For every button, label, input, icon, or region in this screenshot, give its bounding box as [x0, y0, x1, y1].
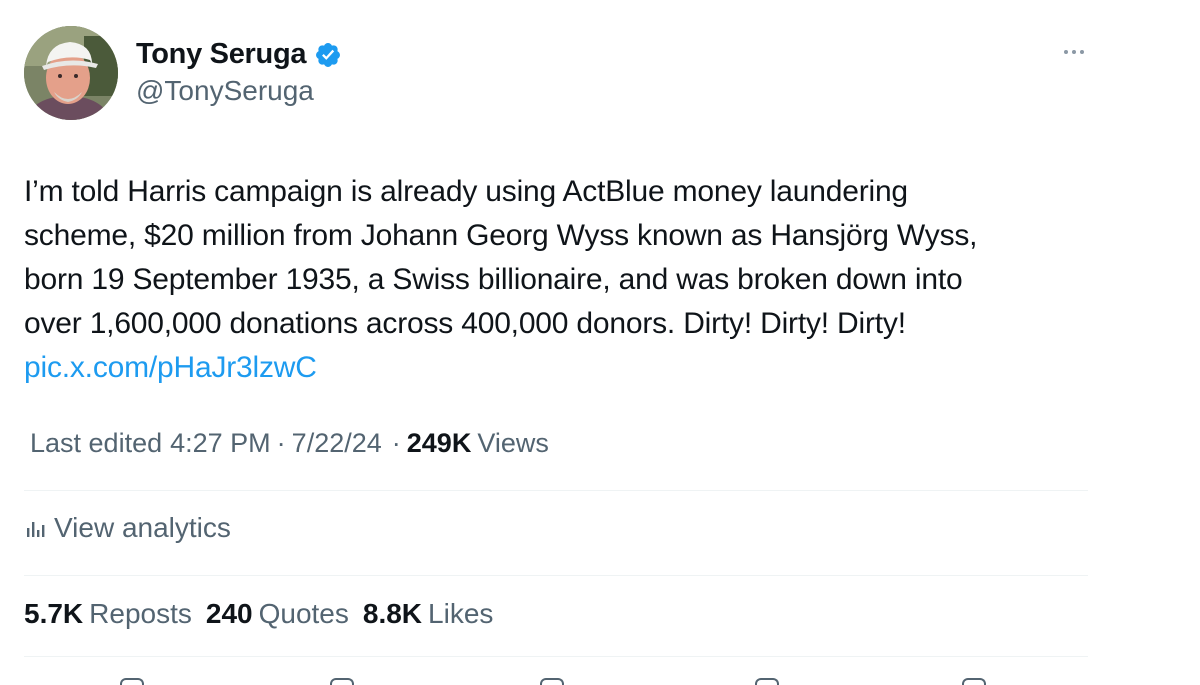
bar-chart-icon: [27, 522, 45, 537]
tweet-text-line: born 19 September 1935, a Swiss billiona…: [24, 263, 963, 296]
reposts-stat[interactable]: 5.7K Reposts: [24, 598, 192, 630]
quotes-stat[interactable]: 240 Quotes: [206, 598, 349, 630]
reposts-count: 5.7K: [24, 598, 84, 629]
tweet-text-line: I’m told Harris campaign is already usin…: [24, 175, 908, 208]
tweet-text-line: scheme, $20 million from Johann Georg Wy…: [24, 219, 978, 252]
reposts-label: Reposts: [89, 598, 192, 629]
divider: [24, 490, 1088, 491]
tweet-card: Tony Seruga @TonySeruga I’m told Harris …: [0, 0, 1200, 685]
likes-label: Likes: [428, 598, 494, 629]
like-icon[interactable]: [540, 678, 564, 685]
more-dot-icon: [1080, 50, 1084, 54]
avatar[interactable]: [24, 26, 118, 120]
views-count: 249K: [406, 428, 472, 458]
action-bar: [0, 674, 1200, 685]
tweet-text: I’m told Harris campaign is already usin…: [24, 170, 1094, 390]
more-dot-icon: [1072, 50, 1076, 54]
meta-separator: ·: [276, 428, 286, 458]
more-options-button[interactable]: [1058, 40, 1090, 64]
share-icon[interactable]: [962, 678, 986, 685]
likes-count: 8.8K: [362, 598, 423, 629]
edited-label[interactable]: Last edited: [30, 428, 162, 459]
meta-separator: ·: [391, 428, 401, 458]
view-analytics-label: View analytics: [54, 512, 231, 543]
more-dot-icon: [1064, 50, 1068, 54]
repost-icon[interactable]: [330, 678, 354, 685]
tweet-media-link[interactable]: pic.x.com/pHaJr3lzwC: [24, 351, 317, 384]
tweet-time[interactable]: 4:27 PM: [170, 428, 271, 459]
author-display-name[interactable]: Tony Seruga: [136, 38, 307, 71]
avatar-photo: [24, 26, 118, 120]
quotes-label: Quotes: [258, 598, 349, 629]
author-handle[interactable]: @TonySeruga: [136, 75, 314, 107]
author-name-row[interactable]: Tony Seruga: [136, 38, 342, 71]
divider: [24, 575, 1088, 576]
verified-badge-icon: [316, 42, 341, 67]
view-analytics-button[interactable]: View analytics: [26, 512, 231, 544]
divider: [24, 656, 1088, 657]
views-label: Views: [477, 428, 549, 458]
tweet-text-line: over 1,600,000 donations across 400,000 …: [24, 307, 906, 340]
engagement-stats: 5.7K Reposts 240 Quotes 8.8K Likes: [24, 598, 507, 630]
likes-stat[interactable]: 8.8K Likes: [363, 598, 494, 630]
quotes-count: 240: [205, 598, 253, 629]
tweet-date[interactable]: 7/22/24: [292, 428, 382, 459]
bookmark-icon[interactable]: [755, 678, 779, 685]
reply-icon[interactable]: [120, 678, 144, 685]
tweet-meta: Last edited 4:27 PM · 7/22/24 · 249K Vie…: [30, 428, 549, 459]
